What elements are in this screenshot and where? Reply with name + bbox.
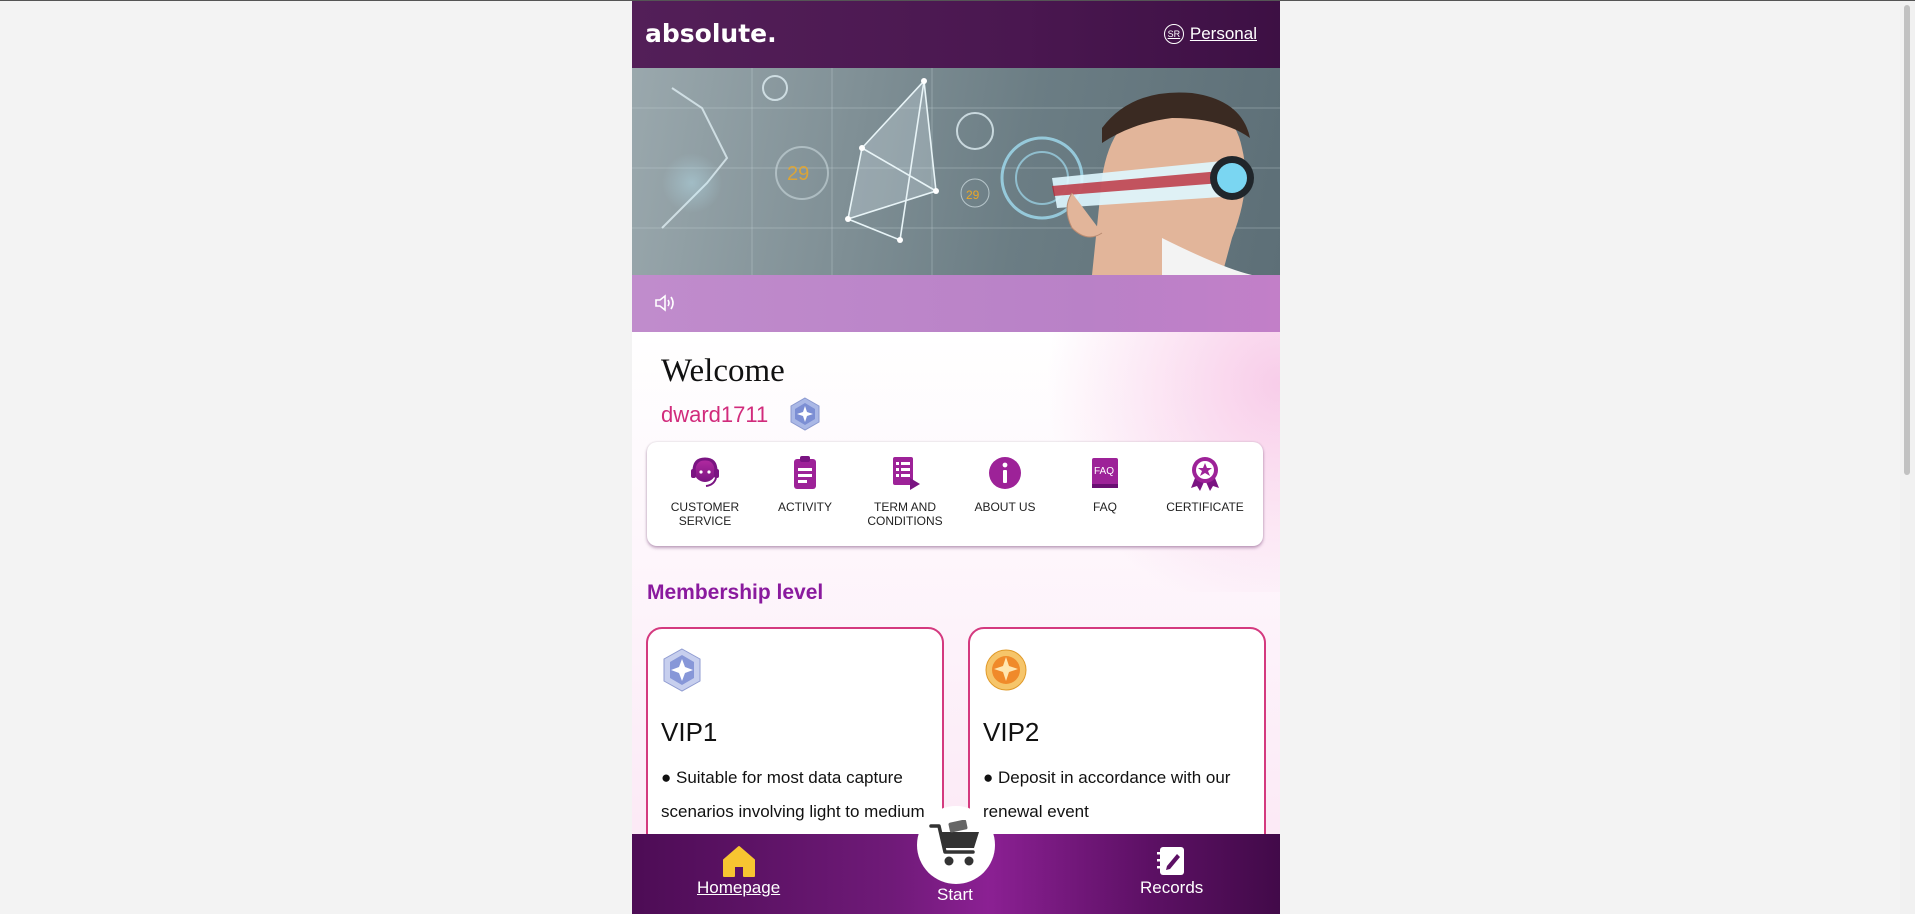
clipboard-icon bbox=[794, 456, 816, 489]
svg-text:FAQ: FAQ bbox=[1094, 466, 1114, 477]
info-icon bbox=[989, 457, 1021, 489]
faq-book-icon: FAQ bbox=[1092, 458, 1118, 488]
nav-homepage[interactable]: Homepage bbox=[697, 844, 780, 898]
notebook-pen-icon bbox=[1156, 847, 1184, 875]
scrollbar-thumb[interactable] bbox=[1904, 5, 1910, 475]
vip-level-description: ● Deposit in accordance with our renewal… bbox=[983, 768, 1231, 821]
welcome-title: Welcome bbox=[661, 353, 785, 389]
nav-label: Homepage bbox=[697, 878, 781, 897]
personal-label: Personal bbox=[1189, 24, 1257, 43]
vip-level-name: VIP2 bbox=[983, 717, 1040, 747]
announcement-bar[interactable] bbox=[632, 275, 1280, 332]
menu-customer-service[interactable]: CUSTOMER SERVICE bbox=[657, 442, 753, 546]
menu-label: FAQ bbox=[1092, 500, 1117, 514]
menu-label: CUSTOMER SERVICE bbox=[670, 500, 740, 528]
start-button[interactable] bbox=[917, 806, 995, 884]
home-icon bbox=[722, 846, 755, 877]
menu-activity[interactable]: ACTIVITY bbox=[757, 442, 853, 546]
svg-text:29: 29 bbox=[787, 163, 809, 185]
user-avatar-icon: SR bbox=[1163, 24, 1184, 44]
username-label: dward1711 bbox=[661, 402, 769, 427]
headset-icon bbox=[691, 457, 719, 487]
hero-banner-image[interactable]: 29 29 bbox=[632, 68, 1280, 275]
app-header: absolute. SR Personal bbox=[632, 1, 1280, 68]
menu-label: TERM AND CONDITIONS bbox=[867, 500, 943, 528]
gold-star-badge-icon bbox=[985, 649, 1027, 691]
speaker-icon bbox=[655, 294, 674, 312]
personal-link[interactable]: SR Personal bbox=[1163, 24, 1257, 44]
menu-about-us[interactable]: ABOUT US bbox=[957, 442, 1053, 546]
page-scrollbar[interactable] bbox=[1900, 1, 1915, 914]
start-label: Start bbox=[937, 885, 973, 904]
vip-level-badge-icon bbox=[790, 397, 820, 431]
award-ribbon-icon bbox=[1191, 457, 1219, 491]
nav-records[interactable]: Records bbox=[1140, 844, 1203, 898]
menu-label: ACTIVITY bbox=[777, 500, 832, 514]
menu-faq[interactable]: FAQ FAQ bbox=[1057, 442, 1153, 546]
nav-label: Records bbox=[1140, 878, 1204, 897]
membership-section-title: Membership level bbox=[647, 581, 824, 604]
quick-menu: CUSTOMER SERVICE ACTIVITY TERM AND CONDI… bbox=[647, 442, 1263, 546]
menu-certificate[interactable]: CERTIFICATE bbox=[1157, 442, 1253, 546]
shopping-cart-icon bbox=[929, 820, 979, 866]
svg-text:29: 29 bbox=[966, 188, 980, 202]
menu-label: ABOUT US bbox=[974, 500, 1036, 514]
silver-star-badge-icon bbox=[663, 648, 701, 692]
mobile-app-frame: absolute. SR Personal 29 29 Welcome dwar… bbox=[632, 1, 1280, 914]
menu-terms-and-conditions[interactable]: TERM AND CONDITIONS bbox=[857, 442, 953, 546]
vr-headset-illustration: 29 29 bbox=[632, 68, 1280, 275]
document-list-icon bbox=[893, 457, 920, 490]
vip-level-description: ● Suitable for most data capture scenari… bbox=[661, 768, 925, 821]
bottom-navigation-bar: Homepage Start Records bbox=[632, 806, 1280, 914]
brand-logo[interactable]: absolute. bbox=[645, 19, 777, 48]
vip-level-name: VIP1 bbox=[661, 717, 718, 747]
menu-label: CERTIFICATE bbox=[1166, 500, 1244, 514]
